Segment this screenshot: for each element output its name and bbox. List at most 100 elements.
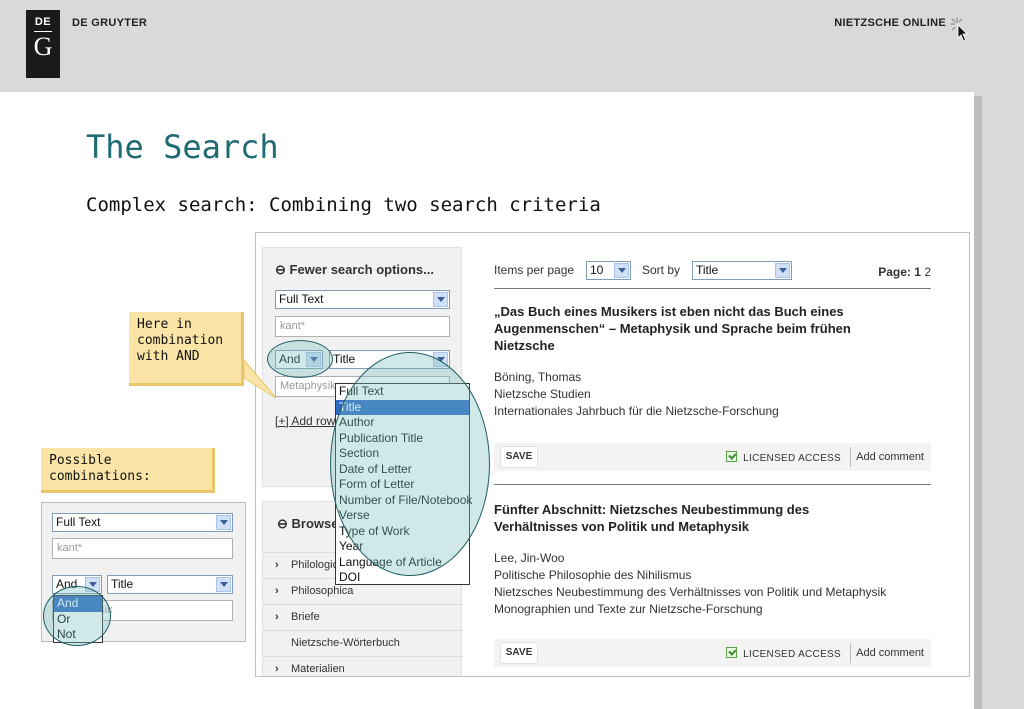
items-per-page-select[interactable]: 10 (586, 261, 631, 280)
chevron-down-icon (433, 352, 448, 367)
browse-item[interactable]: Nietzsche-Wörterbuch (263, 630, 463, 656)
chevron-down-icon (216, 515, 231, 530)
pagination: Page: 1 2 (878, 265, 931, 279)
items-per-page-value: 10 (590, 263, 604, 277)
dropdown-option[interactable]: Language of Article (336, 555, 469, 571)
result-meta-line: Lee, Jin-Woo (494, 551, 565, 565)
slide-subtitle: Complex search: Combining two search cri… (86, 194, 601, 216)
licensed-access-label: LICENSED ACCESS (743, 453, 841, 464)
browse-item-label: Nietzsche-Wörterbuch (291, 637, 400, 649)
dropdown-option[interactable]: Number of File/Notebook (336, 493, 472, 509)
mini-field-select[interactable]: Full Text (52, 513, 233, 532)
result-action-bar: SAVE LICENSED ACCESS Add comment (494, 639, 931, 667)
result-meta-line: Politische Philosophie des Nihilismus (494, 568, 692, 582)
results-toolbar: Items per page 10 Sort by Title Page: 1 … (494, 261, 931, 289)
dropdown-option[interactable]: Full Text (336, 384, 469, 400)
field-dropdown-list: Full Text Title Author Publication Title Sec… (335, 383, 472, 586)
result-divider (494, 484, 931, 485)
browse-item-label: Briefe (291, 611, 320, 623)
licensed-access-badge: LICENSED ACCESS (726, 451, 841, 464)
callout-possible-combinations: Possible combinations: (41, 448, 215, 493)
field2-select-value: Title (333, 352, 356, 366)
licensed-access-badge: LICENSED ACCESS (726, 647, 841, 660)
mini-operator-select-value: And (56, 577, 78, 591)
dropdown-option[interactable]: Author (336, 415, 469, 431)
field1-select[interactable]: Full Text (275, 290, 450, 309)
browse-item-label: Materialien (291, 663, 345, 675)
cursor-spark-icon (951, 18, 968, 42)
operator-option[interactable]: And (54, 596, 102, 612)
result-meta-line: Nietzsches Neubestimmung des Verhältniss… (494, 585, 887, 599)
licensed-access-label: LICENSED ACCESS (743, 649, 841, 660)
browse-item[interactable]: › Briefe (263, 604, 463, 630)
field1-input[interactable]: kant* (275, 316, 450, 337)
dropdown-option[interactable]: Type of Work (336, 524, 469, 540)
operator-dropdown-list: And Or Not (53, 595, 103, 643)
de-gruyter-logo: DE G (26, 10, 60, 78)
search-screenshot: ⊖ Fewer search options... Full Text kant… (255, 232, 970, 677)
dropdown-option[interactable]: Title (336, 399, 469, 415)
slide-shadow (974, 96, 982, 709)
operator-select-value: And (279, 352, 301, 366)
add-comment-link[interactable]: Add comment (856, 647, 924, 659)
chevron-right-icon: › (275, 585, 279, 597)
dropdown-option[interactable]: Form of Letter (336, 477, 469, 493)
operator-option[interactable]: Not (54, 627, 102, 643)
slide-header: DE G DE GRUYTER NIETZSCHE ONLINE (0, 0, 1024, 92)
chevron-down-icon (433, 292, 448, 307)
mini-field-select-value: Full Text (56, 515, 101, 529)
brand-name: DE GRUYTER (72, 17, 148, 29)
left-column: ⊖ Fewer search options... Full Text kant… (262, 247, 472, 676)
chevron-down-icon (614, 263, 629, 278)
result-title-link[interactable]: „Das Buch eines Musikers ist eben nicht … (494, 303, 894, 354)
sort-by-select[interactable]: Title (692, 261, 792, 280)
chevron-down-icon (306, 352, 321, 367)
sort-by-value: Title (696, 263, 719, 277)
chevron-down-icon (85, 577, 100, 592)
add-comment-link[interactable]: Add comment (856, 451, 924, 463)
mini-field-input[interactable]: kant* (52, 538, 233, 559)
result-action-bar: SAVE LICENSED ACCESS Add comment (494, 443, 931, 471)
operator-example-panel: Full Text kant* And Title Metaphysik And… (41, 502, 246, 643)
field2-select[interactable]: Title (329, 350, 450, 369)
mini-operator-select[interactable]: And (52, 575, 102, 594)
result-meta-line: Nietzsche Studien (494, 387, 591, 401)
chevron-right-icon: › (275, 559, 279, 571)
chevron-down-icon (216, 577, 231, 592)
dropdown-option[interactable]: Year (336, 539, 469, 555)
field-dropdown-items: Full Text Title Author Publication Title Sec… (336, 384, 472, 586)
mini-field2-select-value: Title (111, 577, 134, 591)
operator-option[interactable]: Or (54, 612, 102, 628)
save-button[interactable]: SAVE (500, 642, 538, 664)
items-per-page-label: Items per page (494, 263, 575, 277)
check-icon (726, 451, 738, 462)
result-meta-line: Monographien und Texte zur Nietzsche-For… (494, 602, 763, 616)
dropdown-option[interactable]: Date of Letter (336, 462, 469, 478)
browse-item-label: Philosophica (291, 585, 354, 597)
field1-select-value: Full Text (279, 292, 324, 306)
fewer-options-toggle[interactable]: ⊖ Fewer search options... (275, 262, 434, 278)
browse-toggle[interactable]: ⊖ Browse (277, 516, 338, 532)
logo-bottom-text: G (33, 32, 53, 61)
chevron-right-icon: › (275, 611, 279, 623)
save-button[interactable]: SAVE (500, 446, 538, 468)
dropdown-option[interactable]: Section (336, 446, 469, 462)
operator-select[interactable]: And (275, 350, 323, 369)
callout-and-note: Here in combination with AND (129, 312, 244, 386)
check-icon (726, 647, 738, 658)
page-link-2[interactable]: 2 (924, 265, 931, 279)
add-row-link[interactable]: [+] Add row (275, 414, 335, 428)
dropdown-option[interactable]: DOI (336, 570, 469, 586)
product-name: NIETZSCHE ONLINE (834, 17, 946, 29)
action-separator (850, 447, 851, 467)
browse-item[interactable]: › Materialien (263, 656, 463, 676)
result-meta-line: Internationales Jahrbuch für die Nietzsc… (494, 404, 779, 418)
logo-top-text: DE (34, 16, 52, 28)
dropdown-option[interactable]: Publication Title (336, 431, 469, 447)
result-title-link[interactable]: Fünfter Abschnitt: Nietzsches Neubestimm… (494, 501, 894, 535)
operator-dropdown-items: And Or Not (54, 596, 102, 643)
dropdown-option[interactable]: Verse (336, 508, 469, 524)
mini-field2-select[interactable]: Title (107, 575, 233, 594)
page-label: Page: (878, 265, 911, 279)
chevron-down-icon (775, 263, 790, 278)
